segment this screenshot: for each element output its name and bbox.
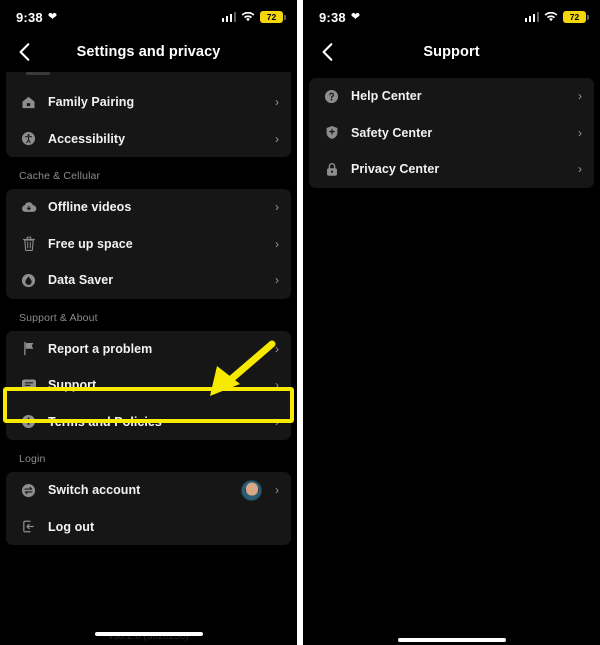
chevron-right-icon: › xyxy=(275,414,279,429)
back-button[interactable] xyxy=(316,41,338,63)
signal-bars-icon xyxy=(221,12,236,22)
sidebar-item-label: Terms and Policies xyxy=(48,414,162,429)
row-fragment xyxy=(26,72,50,75)
signal-bars-icon xyxy=(524,12,539,22)
chevron-right-icon: › xyxy=(275,483,279,498)
cloud-download-icon xyxy=(20,199,37,216)
wifi-icon xyxy=(241,12,255,22)
sidebar-item-free-up-space[interactable]: Free up space › xyxy=(6,226,291,263)
sidebar-item-label: Support xyxy=(48,378,97,393)
sidebar-item-label: Switch account xyxy=(48,483,141,498)
sidebar-item-label: Family Pairing xyxy=(48,95,135,110)
sidebar-item-data-saver[interactable]: Data Saver › xyxy=(6,262,291,299)
list-item-label: Help Center xyxy=(351,89,422,104)
chevron-left-icon xyxy=(19,43,29,61)
chevron-right-icon: › xyxy=(275,378,279,393)
list-item-help-center[interactable]: Help Center › xyxy=(309,78,594,115)
settings-group-cache: Offline videos › Free up space › Data Sa… xyxy=(6,189,291,299)
section-header-support-about: Support & About xyxy=(19,311,98,324)
data-saver-icon xyxy=(20,272,37,289)
battery-indicator: 72 xyxy=(260,11,286,23)
chevron-right-icon: › xyxy=(275,95,279,110)
left-status-bar: 9:38 ❤ 72 xyxy=(0,0,297,34)
sidebar-item-label: Log out xyxy=(48,519,95,534)
status-time: 9:38 xyxy=(319,9,346,25)
right-status-bar: 9:38 ❤ 72 xyxy=(303,0,600,34)
support-group: Help Center › Safety Center › Privacy Ce… xyxy=(309,78,594,188)
status-bar-right: 72 xyxy=(524,11,589,23)
battery-level: 72 xyxy=(569,11,580,22)
sidebar-item-accessibility[interactable]: Accessibility › xyxy=(6,121,291,158)
heart-icon: ❤ xyxy=(47,10,58,23)
home-indicator[interactable] xyxy=(397,637,506,642)
sidebar-item-label: Report a problem xyxy=(48,341,153,356)
chevron-right-icon: › xyxy=(275,341,279,356)
sidebar-item-label: Data Saver xyxy=(48,273,114,288)
section-header-cache: Cache & Cellular xyxy=(19,170,101,182)
chevron-right-icon: › xyxy=(275,273,279,288)
flag-icon xyxy=(20,340,37,357)
status-bar-left: 9:38 ❤ xyxy=(16,10,57,25)
wifi-icon xyxy=(544,12,558,22)
list-item-label: Safety Center xyxy=(351,125,433,140)
sidebar-item-offline-videos[interactable]: Offline videos › xyxy=(6,189,291,226)
accessibility-icon xyxy=(20,130,37,147)
back-button[interactable] xyxy=(13,41,35,63)
settings-group-login: Switch account › Log out xyxy=(6,472,291,545)
section-header-login: Login xyxy=(19,453,46,465)
left-phone-screen: 9:38 ❤ 72 Settings and privacy Family Pa… xyxy=(0,0,297,645)
left-nav-bar: Settings and privacy xyxy=(0,34,297,70)
sidebar-item-label: Free up space xyxy=(48,236,133,251)
sidebar-item-support[interactable]: Support › xyxy=(6,367,291,404)
page-title: Settings and privacy xyxy=(76,44,221,60)
right-phone-screen: 9:38 ❤ 72 Support Help Center › Safety C… xyxy=(303,0,600,645)
trash-icon xyxy=(20,235,37,252)
chevron-right-icon: › xyxy=(275,200,279,215)
sidebar-item-label: Offline videos xyxy=(48,200,132,215)
chevron-right-icon: › xyxy=(275,131,279,146)
shield-icon xyxy=(323,124,340,141)
chevron-right-icon: › xyxy=(578,89,582,104)
support-list[interactable]: Help Center › Safety Center › Privacy Ce… xyxy=(303,78,600,645)
chevron-left-icon xyxy=(322,43,332,61)
battery-indicator: 72 xyxy=(563,11,589,23)
status-time: 9:38 xyxy=(16,9,43,25)
list-item-safety-center[interactable]: Safety Center › xyxy=(309,115,594,152)
settings-group-support: Report a problem › Support › Terms and P… xyxy=(6,330,291,441)
sidebar-item-switch-account[interactable]: Switch account › xyxy=(6,472,291,509)
partial-scrolled-row xyxy=(6,72,291,84)
sidebar-item-label: Accessibility xyxy=(48,131,126,146)
page-title: Support xyxy=(423,44,480,60)
list-item-privacy-center[interactable]: Privacy Center › xyxy=(309,151,594,188)
sidebar-item-terms-and-policies[interactable]: Terms and Policies › xyxy=(6,404,291,441)
settings-group-top: Family Pairing › Accessibility › xyxy=(6,84,291,157)
sidebar-item-family-pairing[interactable]: Family Pairing › xyxy=(6,84,291,121)
lock-icon xyxy=(323,161,340,178)
sidebar-item-report-a-problem[interactable]: Report a problem › xyxy=(6,331,291,368)
sidebar-item-log-out[interactable]: Log out xyxy=(6,509,291,546)
heart-icon: ❤ xyxy=(350,10,361,23)
left-settings-list[interactable]: Family Pairing › Accessibility › Cache &… xyxy=(0,72,297,645)
chevron-right-icon: › xyxy=(578,125,582,140)
right-nav-bar: Support xyxy=(303,34,600,70)
home-indicator[interactable] xyxy=(94,631,203,636)
status-bar-left: 9:38 ❤ xyxy=(319,10,360,25)
list-item-label: Privacy Center xyxy=(351,162,440,177)
logout-icon xyxy=(20,518,37,535)
avatar-face xyxy=(245,482,258,496)
chevron-right-icon: › xyxy=(578,162,582,177)
chat-bubble-icon xyxy=(20,377,37,394)
battery-level: 72 xyxy=(266,11,277,22)
home-icon xyxy=(20,94,37,111)
status-bar-right: 72 xyxy=(221,11,286,23)
switch-account-icon xyxy=(20,482,37,499)
avatar[interactable] xyxy=(241,479,262,501)
info-icon xyxy=(20,413,37,430)
screenshot-stage: 9:38 ❤ 72 Settings and privacy Family Pa… xyxy=(0,0,600,645)
chevron-right-icon: › xyxy=(275,236,279,251)
question-circle-icon xyxy=(323,88,340,105)
